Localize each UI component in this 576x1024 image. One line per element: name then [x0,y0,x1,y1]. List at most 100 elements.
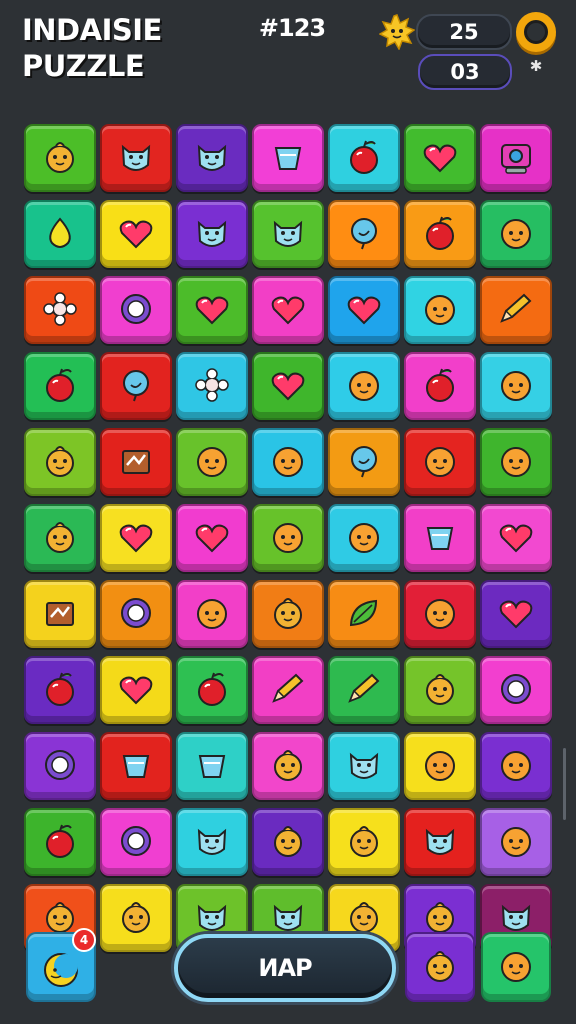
tile-r9-c2[interactable] [100,732,172,800]
tile-r2-c6[interactable] [404,200,476,268]
tile-r5-c7[interactable] [480,428,552,496]
tile-r10-c3[interactable] [176,808,248,876]
pencil-icon [500,293,532,323]
heart-icon [499,600,533,629]
tile-r8-c1[interactable] [24,656,96,724]
face-icon [501,951,531,982]
bubble-icon [45,749,75,780]
tile-r7-c3[interactable] [176,580,248,648]
cat-icon [121,144,151,171]
heart-icon [347,296,381,325]
tile-r8-c3[interactable] [176,656,248,724]
tile-r6-c4[interactable] [252,504,324,572]
balloon-icon [351,445,377,478]
tile-r2-c3[interactable] [176,200,248,268]
tile-r6-c6[interactable] [404,504,476,572]
tile-r4-c7[interactable] [480,352,552,420]
tile-r10-c5[interactable] [328,808,400,876]
tile-r7-c7[interactable] [480,580,552,648]
tile-r7-c2[interactable] [100,580,172,648]
tile-r5-c5[interactable] [328,428,400,496]
cup-icon [426,526,454,550]
tile-r6-c7[interactable] [480,504,552,572]
tile-r6-c2[interactable] [100,504,172,572]
puzzle-board [24,124,552,952]
tile-r1-c2[interactable] [100,124,172,192]
tile-r5-c3[interactable] [176,428,248,496]
tile-r2-c2[interactable] [100,200,172,268]
tile-r3-c3[interactable] [176,276,248,344]
tile-r5-c6[interactable] [404,428,476,496]
tile-r1-c1[interactable] [24,124,96,192]
tile-r3-c5[interactable] [328,276,400,344]
tile-r4-c6[interactable] [404,352,476,420]
tile-r10-c1[interactable] [24,808,96,876]
tile-r10-c4[interactable] [252,808,324,876]
tile-r4-c5[interactable] [328,352,400,420]
chick-icon [426,950,454,982]
tile-r6-c1[interactable] [24,504,96,572]
tile-r8-c2[interactable] [100,656,172,724]
tile-r1-c5[interactable] [328,124,400,192]
close-icon[interactable]: ✱ [526,56,546,76]
settings-gear-icon[interactable] [516,12,556,52]
moon-icon [44,953,78,987]
map-button[interactable]: ИAP [174,934,396,1002]
tile-r6-c3[interactable] [176,504,248,572]
next-tile-right[interactable] [481,932,551,1002]
cat-icon [273,904,303,931]
tile-r7-c4[interactable] [252,580,324,648]
pencil-icon [272,673,304,703]
tile-r9-c3[interactable] [176,732,248,800]
tile-r9-c5[interactable] [328,732,400,800]
tile-r7-c5[interactable] [328,580,400,648]
tile-r1-c7[interactable] [480,124,552,192]
tile-r10-c7[interactable] [480,808,552,876]
apple-icon [46,672,74,706]
tile-r8-c7[interactable] [480,656,552,724]
tile-r5-c4[interactable] [252,428,324,496]
tile-r4-c4[interactable] [252,352,324,420]
tile-r7-c6[interactable] [404,580,476,648]
tile-r10-c2[interactable] [100,808,172,876]
face-icon [501,370,531,401]
tile-r3-c1[interactable] [24,276,96,344]
boost-button[interactable]: 4 [26,928,96,1002]
tile-r5-c1[interactable] [24,428,96,496]
tile-r7-c1[interactable] [24,580,96,648]
scrollbar[interactable] [563,748,566,820]
tile-r2-c4[interactable] [252,200,324,268]
tile-r3-c4[interactable] [252,276,324,344]
tile-r2-c5[interactable] [328,200,400,268]
flower-icon [195,367,229,402]
tile-r11-c2[interactable] [100,884,172,952]
tile-r8-c4[interactable] [252,656,324,724]
tile-r4-c1[interactable] [24,352,96,420]
tile-r1-c4[interactable] [252,124,324,192]
tile-r9-c7[interactable] [480,732,552,800]
next-tile-left[interactable] [405,932,475,1002]
tile-r6-c5[interactable] [328,504,400,572]
tile-r9-c4[interactable] [252,732,324,800]
face-icon [273,522,303,553]
chick-icon [350,901,378,933]
cup-icon [122,754,150,778]
heart-icon [195,524,229,553]
tile-r8-c6[interactable] [404,656,476,724]
tile-r4-c3[interactable] [176,352,248,420]
tile-r3-c6[interactable] [404,276,476,344]
heart-icon [195,296,229,325]
tile-r2-c1[interactable] [24,200,96,268]
tile-r1-c3[interactable] [176,124,248,192]
tile-r1-c6[interactable] [404,124,476,192]
chick-icon [350,825,378,857]
tile-r9-c1[interactable] [24,732,96,800]
tile-r3-c7[interactable] [480,276,552,344]
tile-r4-c2[interactable] [100,352,172,420]
tile-r2-c7[interactable] [480,200,552,268]
tile-r10-c6[interactable] [404,808,476,876]
tile-r9-c6[interactable] [404,732,476,800]
tile-r8-c5[interactable] [328,656,400,724]
tile-r5-c2[interactable] [100,428,172,496]
tile-r3-c2[interactable] [100,276,172,344]
